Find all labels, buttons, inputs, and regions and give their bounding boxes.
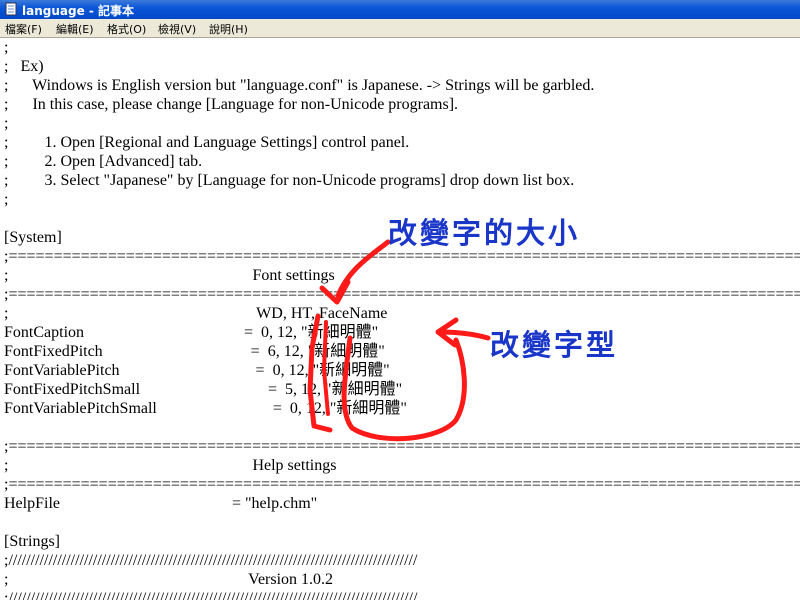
text-line: ; [4,191,9,208]
title-bar[interactable]: language - 記事本 [0,0,800,19]
text-line: ; Version 1.0.2 [4,571,334,588]
menu-bar: 檔案(F) 編輯(E) 格式(O) 檢視(V) 說明(H) [0,19,800,38]
text-line: ; In this case, please change [Language … [4,96,459,113]
text-line: HelpFile = "help.chm" [4,495,318,512]
text-line: ; Ex) [4,58,44,75]
text-line: ; [4,39,9,56]
menu-format[interactable]: 格式(O) [107,21,146,37]
text-line: ;=======================================… [4,438,800,455]
menu-file[interactable]: 檔案(F) [5,21,42,37]
size-annotation: 改變字的大小 [388,216,581,250]
font-annotation: 改變字型 [490,328,619,362]
text-line: ; [4,115,9,132]
menu-help[interactable]: 說明(H) [209,21,248,37]
text-editor[interactable]: ; ; Ex) ; Windows is English version but "… [0,38,800,600]
text-line: ; Font settings [4,267,335,284]
text-line: ;///////////////////////////////////////… [4,590,418,600]
text-line: ; 2. Open [Advanced] tab. [4,153,203,170]
text-line: FontVariablePitchSmall = 0, 12, "新細明體" [4,400,407,417]
text-line: FontFixedPitch = 6, 12, "新細明體" [4,343,385,360]
text-line: ; WD, HT, FaceName [4,305,388,322]
text-line: FontCaption = 0, 12, "新細明體" [4,324,379,341]
text-line: ;=======================================… [4,476,800,493]
text-line: ; Help settings [4,457,337,474]
text-line: ;///////////////////////////////////////… [4,552,418,569]
text-line: ; 3. Select "Japanese" by [Language for … [4,172,575,189]
text-line: ; Windows is English version but "langua… [4,77,595,94]
text-line: FontVariablePitch = 0, 12, "新細明體" [4,362,390,379]
text-line: ; 1. Open [Regional and Language Setting… [4,134,410,151]
text-line: FontFixedPitchSmall = 5, 12, "新細明體" [4,381,403,398]
window-title: language - 記事本 [22,4,135,18]
menu-edit[interactable]: 編輯(E) [56,21,94,37]
notepad-icon [5,2,17,16]
menu-view[interactable]: 檢視(V) [158,21,196,37]
text-line: ;=======================================… [4,286,800,303]
text-line: [Strings] [4,533,60,550]
text-line: [System] [4,229,62,246]
